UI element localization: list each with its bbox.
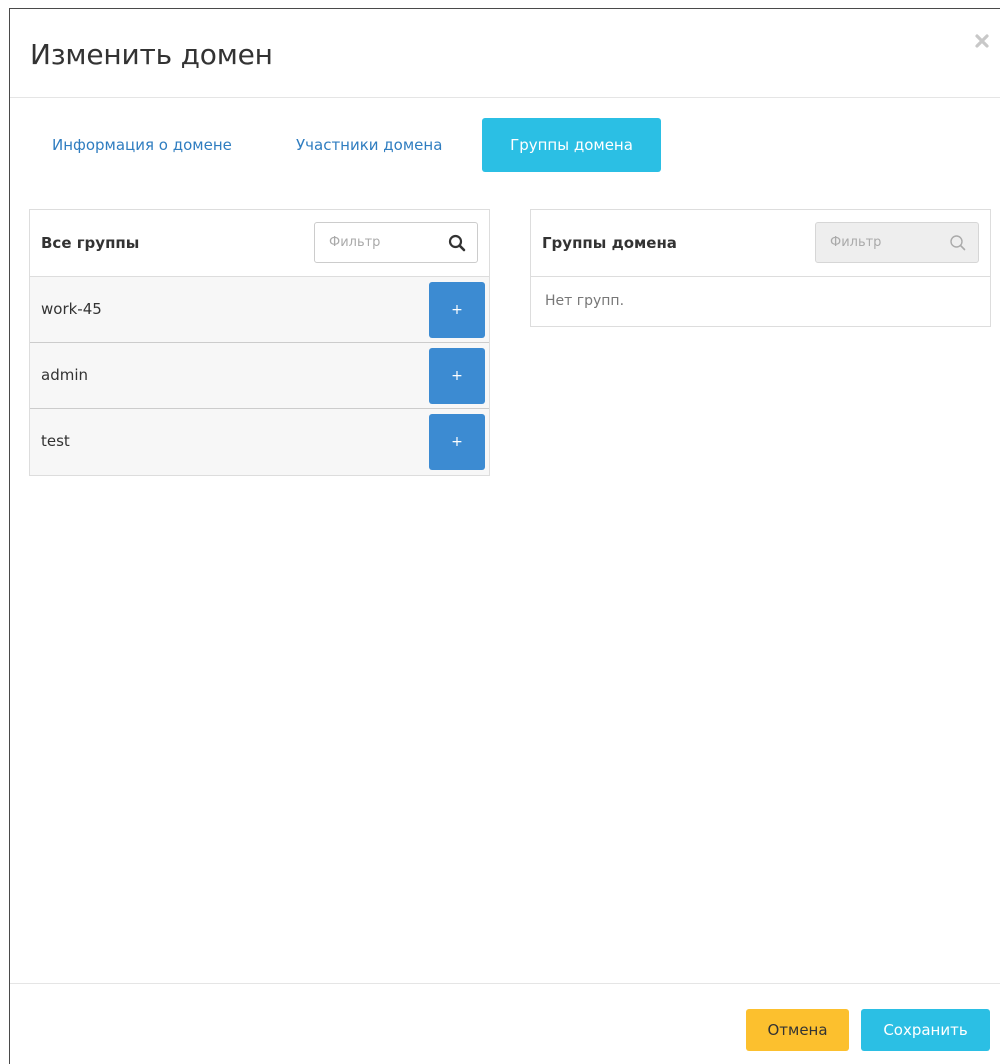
- search-icon[interactable]: [447, 233, 467, 253]
- save-button[interactable]: Сохранить: [861, 1009, 990, 1051]
- domain-groups-title: Группы домена: [542, 234, 677, 252]
- add-group-button[interactable]: +: [429, 414, 485, 470]
- close-icon: [975, 34, 989, 48]
- all-groups-filter-input[interactable]: [315, 223, 435, 262]
- all-groups-filter: [314, 222, 478, 263]
- group-name: work-45: [41, 300, 102, 318]
- add-group-button[interactable]: +: [429, 282, 485, 338]
- all-groups-header: Все группы: [30, 210, 489, 277]
- group-row: work-45 +: [30, 277, 489, 343]
- domain-groups-panel: Группы домена Нет групп.: [530, 209, 991, 327]
- empty-text: Нет групп.: [545, 293, 625, 309]
- domain-groups-filter-input: [816, 223, 936, 262]
- all-groups-panel: Все группы work-45 + admin + test +: [29, 209, 490, 476]
- tab-domain-info[interactable]: Информация о домене: [52, 118, 232, 172]
- close-button[interactable]: [970, 29, 994, 53]
- tab-domain-members[interactable]: Участники домена: [296, 118, 442, 172]
- group-row: admin +: [30, 343, 489, 409]
- cancel-button[interactable]: Отмена: [746, 1009, 849, 1051]
- group-row: test +: [30, 409, 489, 475]
- empty-list: Нет групп.: [531, 277, 990, 327]
- group-name: admin: [41, 366, 88, 384]
- domain-groups-header: Группы домена: [531, 210, 990, 277]
- group-name: test: [41, 432, 70, 450]
- add-group-button[interactable]: +: [429, 348, 485, 404]
- search-icon: [950, 235, 966, 251]
- domain-groups-filter: [815, 222, 979, 263]
- modal-header: Изменить домен: [10, 9, 1000, 98]
- edit-domain-modal: Изменить домен Информация о домене Участ…: [9, 8, 1000, 1064]
- all-groups-title: Все группы: [41, 234, 140, 252]
- modal-footer: Отмена Сохранить: [10, 983, 1000, 1064]
- tab-domain-groups[interactable]: Группы домена: [482, 118, 661, 172]
- modal-title: Изменить домен: [30, 38, 273, 71]
